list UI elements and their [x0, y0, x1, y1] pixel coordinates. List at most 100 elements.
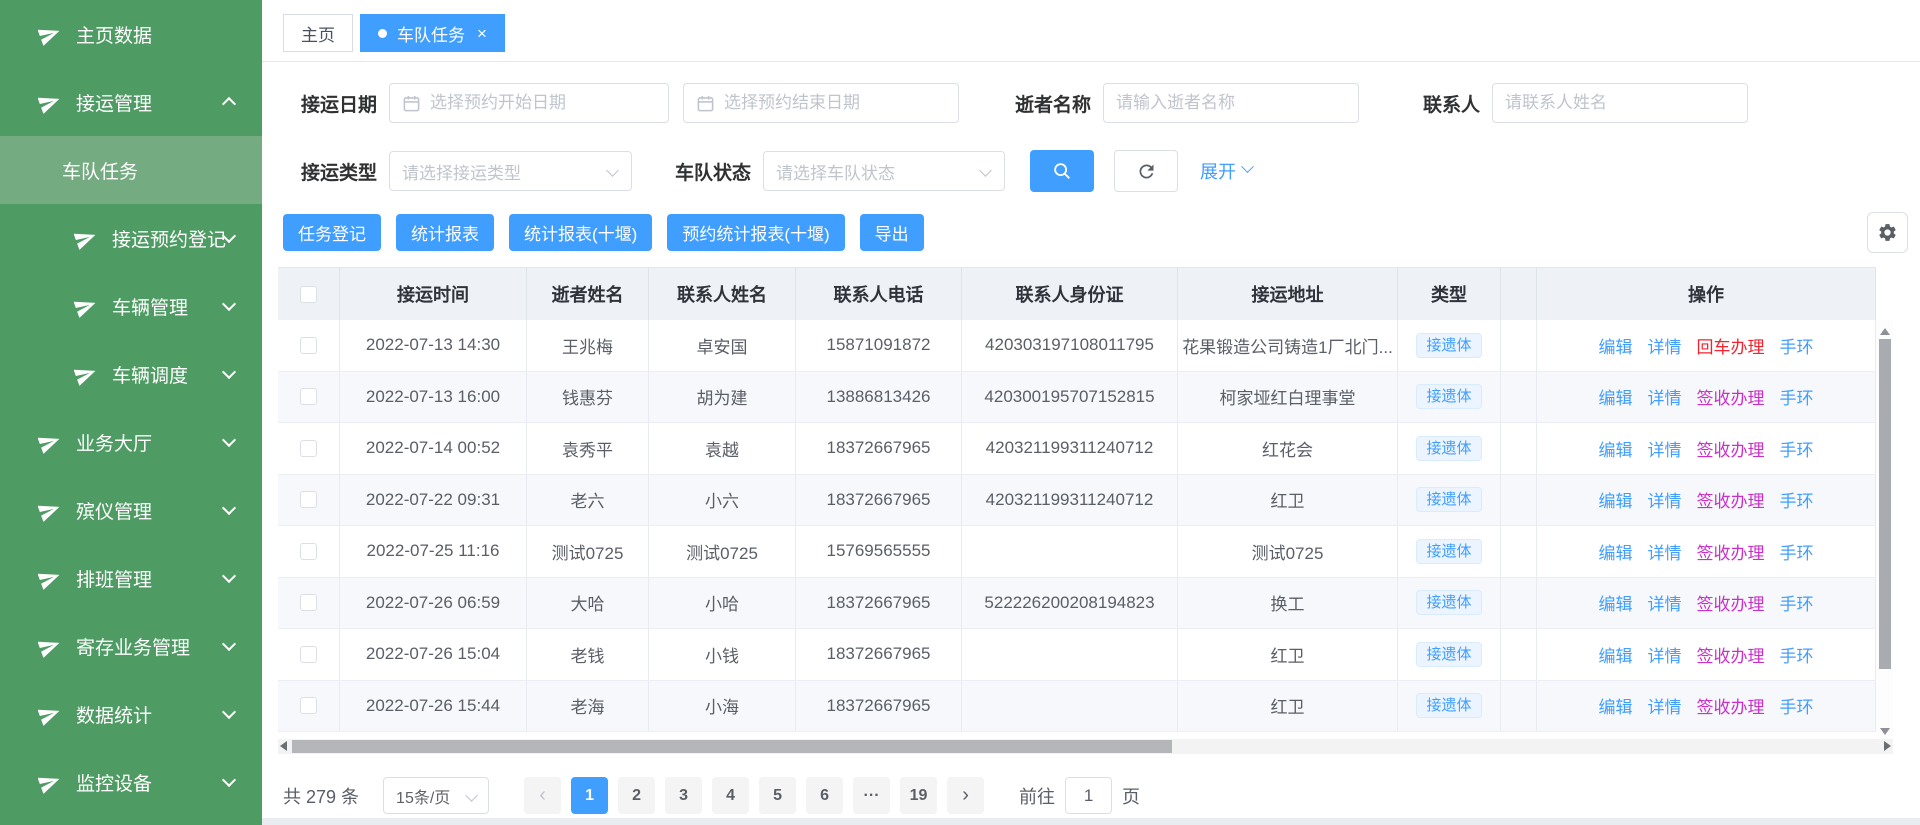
action-link[interactable]: 详情	[1648, 539, 1682, 564]
action-link[interactable]: 签收办理	[1697, 384, 1765, 409]
action-link[interactable]: 编辑	[1599, 384, 1633, 409]
scroll-up-icon[interactable]	[1880, 328, 1890, 335]
send-icon	[74, 295, 97, 318]
horizontal-scroll-thumb[interactable]	[292, 740, 1172, 753]
action-link[interactable]: 详情	[1648, 590, 1682, 615]
deceased-name-input[interactable]	[1103, 83, 1359, 123]
row-checkbox[interactable]	[300, 491, 317, 508]
row-checkbox[interactable]	[300, 440, 317, 457]
action-link[interactable]: 详情	[1648, 384, 1682, 409]
pager-page-1[interactable]: 1	[571, 777, 608, 814]
action-link[interactable]: 手环	[1780, 642, 1814, 667]
scroll-right-icon[interactable]	[1884, 741, 1891, 751]
fleet-status-select[interactable]: 请选择车队状态	[763, 151, 1005, 191]
action-link[interactable]: 手环	[1780, 384, 1814, 409]
date-start-input[interactable]	[389, 83, 669, 123]
pager-page-19[interactable]: 19	[900, 777, 937, 814]
expand-toggle[interactable]: 展开	[1200, 158, 1252, 184]
action-link[interactable]: 详情	[1648, 333, 1682, 358]
action-link[interactable]: 编辑	[1599, 590, 1633, 615]
sidebar-item-8[interactable]: 排班管理	[0, 544, 262, 612]
action-link[interactable]: 详情	[1648, 436, 1682, 461]
scroll-down-icon[interactable]	[1880, 728, 1890, 735]
column-header-spacer	[1501, 268, 1537, 320]
action-link[interactable]: 手环	[1780, 487, 1814, 512]
action-link[interactable]: 编辑	[1599, 487, 1633, 512]
row-checkbox[interactable]	[300, 388, 317, 405]
pager-page-3[interactable]: 3	[665, 777, 702, 814]
action-link[interactable]: 编辑	[1599, 436, 1633, 461]
pager-page-2[interactable]: 2	[618, 777, 655, 814]
sidebar-item-10[interactable]: 数据统计	[0, 680, 262, 748]
cell-actions: 编辑详情签收办理手环	[1537, 372, 1876, 423]
cell-contact-idcard: 420303197108011795	[962, 320, 1178, 371]
pickup-type-select[interactable]: 请选择接运类型	[389, 151, 632, 191]
action-link[interactable]: 签收办理	[1697, 487, 1765, 512]
sidebar-item-5[interactable]: 车辆调度	[0, 340, 262, 408]
tab-close-icon[interactable]: ×	[477, 25, 487, 42]
vertical-scroll-thumb[interactable]	[1879, 339, 1891, 669]
sidebar-item-6[interactable]: 业务大厅	[0, 408, 262, 476]
row-checkbox[interactable]	[300, 697, 317, 714]
action-link[interactable]: 签收办理	[1697, 693, 1765, 718]
column-settings-button[interactable]	[1867, 212, 1908, 253]
toolbar-button-4[interactable]: 导出	[860, 214, 924, 251]
date-end-input[interactable]	[683, 83, 959, 123]
action-link[interactable]: 手环	[1780, 693, 1814, 718]
cell-address: 红卫	[1178, 475, 1398, 526]
sidebar-item-3[interactable]: 接运预约登记	[0, 204, 262, 272]
sidebar-item-7[interactable]: 殡仪管理	[0, 476, 262, 544]
row-checkbox[interactable]	[300, 594, 317, 611]
action-link[interactable]: 手环	[1780, 539, 1814, 564]
action-link[interactable]: 签收办理	[1697, 436, 1765, 461]
action-link[interactable]: 手环	[1780, 436, 1814, 461]
goto-page-input[interactable]	[1065, 777, 1112, 814]
action-link[interactable]: 编辑	[1599, 642, 1633, 667]
contact-input[interactable]	[1492, 83, 1748, 123]
tab-home[interactable]: 主页	[283, 14, 353, 52]
scroll-left-icon[interactable]	[280, 741, 287, 751]
action-link[interactable]: 编辑	[1599, 693, 1633, 718]
row-checkbox[interactable]	[300, 543, 317, 560]
sidebar-item-11[interactable]: 监控设备	[0, 748, 262, 816]
action-link[interactable]: 回车办理	[1697, 333, 1765, 358]
pager-page-4[interactable]: 4	[712, 777, 749, 814]
action-link[interactable]: 详情	[1648, 487, 1682, 512]
search-button[interactable]	[1030, 150, 1094, 192]
action-link[interactable]: 签收办理	[1697, 590, 1765, 615]
send-icon	[38, 91, 61, 114]
toolbar-button-0[interactable]: 任务登记	[283, 214, 381, 251]
toolbar-button-3[interactable]: 预约统计报表(十堰)	[667, 214, 844, 251]
sidebar-item-4[interactable]: 车辆管理	[0, 272, 262, 340]
row-checkbox[interactable]	[300, 646, 317, 663]
pager-prev-button[interactable]: ‹	[524, 777, 561, 814]
pager-next-button[interactable]: ›	[947, 777, 984, 814]
pager-ellipsis[interactable]: ···	[853, 777, 890, 814]
action-link[interactable]: 手环	[1780, 590, 1814, 615]
sidebar-item-9[interactable]: 寄存业务管理	[0, 612, 262, 680]
action-link[interactable]: 编辑	[1599, 333, 1633, 358]
pager-page-6[interactable]: 6	[806, 777, 843, 814]
horizontal-scrollbar[interactable]	[278, 739, 1893, 754]
sidebar-item-1[interactable]: 接运管理	[0, 68, 262, 136]
pager-page-5[interactable]: 5	[759, 777, 796, 814]
page-size-select[interactable]: 15条/页	[383, 777, 489, 814]
action-link[interactable]: 手环	[1780, 333, 1814, 358]
tab-fleet-tasks[interactable]: 车队任务 ×	[360, 14, 505, 52]
action-link[interactable]: 详情	[1648, 693, 1682, 718]
cell-type: 接遗体	[1398, 372, 1501, 423]
action-link[interactable]: 详情	[1648, 642, 1682, 667]
refresh-button[interactable]	[1114, 150, 1178, 192]
send-icon	[38, 635, 61, 658]
toolbar-button-2[interactable]: 统计报表(十堰)	[509, 214, 652, 251]
vertical-scrollbar[interactable]	[1876, 320, 1893, 739]
toolbar-button-1[interactable]: 统计报表	[396, 214, 494, 251]
chevron-down-icon	[222, 773, 236, 787]
action-link[interactable]: 编辑	[1599, 539, 1633, 564]
row-checkbox[interactable]	[300, 337, 317, 354]
sidebar-item-0[interactable]: 主页数据	[0, 0, 262, 68]
select-all-checkbox[interactable]	[300, 286, 317, 303]
action-link[interactable]: 签收办理	[1697, 642, 1765, 667]
action-link[interactable]: 签收办理	[1697, 539, 1765, 564]
sidebar-item-2[interactable]: 车队任务	[0, 136, 262, 204]
